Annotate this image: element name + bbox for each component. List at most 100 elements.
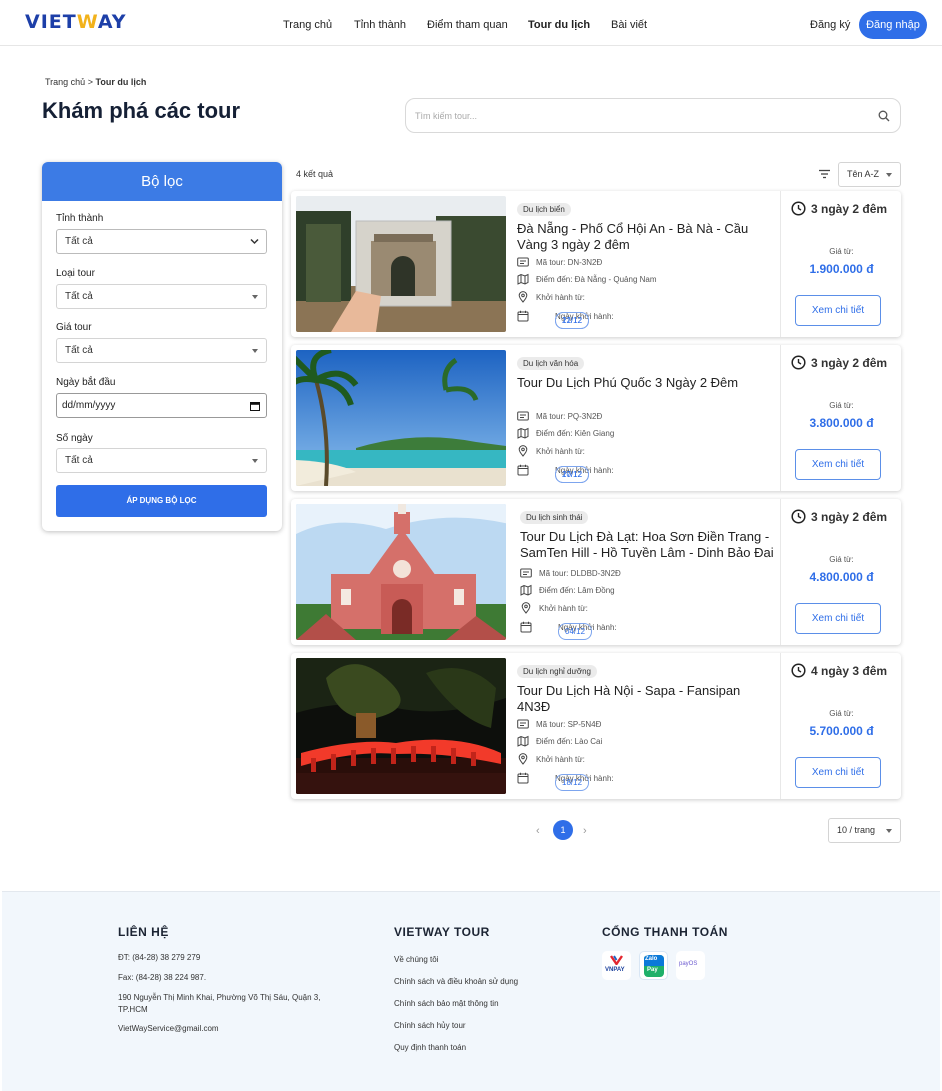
calendar-icon [517,464,529,476]
tour-card: Du lịch sinh thái Tour Du Lịch Đà Lạt: H… [291,499,901,645]
tour-type-select[interactable]: Tất cả [56,284,267,309]
tour-name[interactable]: Tour Du Lịch Đà Lạt: Hoa Sơn Điền Trang … [520,529,775,558]
search-input[interactable]: Tìm kiếm tour... [405,98,901,133]
id-card-icon [520,568,532,578]
tour-name[interactable]: Tour Du Lịch Phú Quốc 3 Ngày 2 Đêm [517,375,772,391]
zalopay-text-bottom: Pay [647,967,658,973]
breadcrumb-separator: > [87,77,93,87]
tour-name[interactable]: Đà Nẵng - Phố Cổ Hội An - Bà Nà - Cầu Và… [517,221,772,253]
view-detail-button[interactable]: Xem chi tiết [795,449,881,480]
tour-code-row: Mã tour: DLDBD-3N2Đ [520,568,775,581]
caret-down-icon [252,349,258,353]
footer-link-about[interactable]: Về chúng tôi [394,954,438,966]
tour-price: 4.800.000 đ [809,570,874,584]
pagination-page-current[interactable]: 1 [553,820,573,840]
tour-image[interactable] [296,658,506,794]
result-count: 4 kết quả [296,169,334,179]
calendar-icon [517,310,529,322]
nav-tours[interactable]: Tour du lịch [528,19,590,31]
register-link[interactable]: Đăng ký [810,19,850,31]
logo-text-left: VIET [25,11,77,33]
map-icon [517,735,529,747]
footer-link-cancel[interactable]: Chính sách hủy tour [394,1020,466,1032]
caret-down-icon [886,173,892,177]
nav-home[interactable]: Trang chủ [283,19,332,31]
payos-logo[interactable]: payOS [676,951,705,980]
tour-image[interactable] [296,196,506,332]
footer-phone: ĐT: (84-28) 38 279 279 [118,953,201,962]
footer-fax: Fax: (84-28) 38 224 987. [118,973,207,982]
caret-down-icon [886,829,892,833]
footer-address: 190 Nguyễn Thị Minh Khai, Phường Võ Thị … [118,993,321,1014]
tour-code: Mã tour: DN-3N2Đ [536,258,603,267]
pagination-prev[interactable]: ‹ [536,825,540,837]
vnpay-logo[interactable]: VNPAY [602,951,631,980]
clock-icon [791,355,806,370]
breadcrumb-home[interactable]: Trang chủ [45,77,85,87]
search-placeholder: Tìm kiếm tour... [415,111,478,121]
nav-articles[interactable]: Bài viết [611,19,647,31]
view-detail-button[interactable]: Xem chi tiết [795,757,881,788]
departure-date-chip[interactable]: 21/12 [555,312,590,329]
departure-date-chip[interactable]: 04/12 [558,623,593,640]
apply-filter-button[interactable]: ÁP DỤNG BỘ LỌC [56,485,267,517]
pagination-next[interactable]: › [583,825,587,837]
calendar-icon[interactable] [250,401,260,411]
zalopay-logo[interactable]: Zalo Pay [639,951,668,980]
location-pin-icon [518,445,528,457]
footer-link-privacy[interactable]: Chính sách bảo mật thông tin [394,998,499,1010]
departure-date-chip[interactable]: 20/12 [555,466,590,483]
start-date-input[interactable]: dd/mm/yyyy [56,393,267,418]
province-select[interactable]: Tất cả [56,229,267,254]
footer-company-title: VIETWAY TOUR [394,925,490,939]
logo-text-right: AY [97,11,127,33]
days-label: Số ngày [56,433,93,444]
tour-type-value: Tất cả [65,291,93,302]
tour-price: 3.800.000 đ [809,416,874,430]
tour-duration-text: 3 ngày 2 đêm [811,202,888,216]
tour-category-badge: Du lịch sinh thái [520,511,589,524]
tour-card: Du lịch văn hóa Tour Du Lịch Phú Quốc 3 … [291,345,901,491]
price-label: Giá tour [56,322,92,333]
nav-provinces[interactable]: Tỉnh thành [354,19,406,31]
footer-link-payment-rules[interactable]: Quy định thanh toán [394,1042,466,1054]
login-button[interactable]: Đăng nhập [859,11,927,39]
tour-category-badge: Du lịch văn hóa [517,357,585,370]
view-detail-button[interactable]: Xem chi tiết [795,295,881,326]
nav-attractions[interactable]: Điểm tham quan [427,19,508,31]
footer-email[interactable]: VietWayService@gmail.com [118,1023,219,1035]
tour-image[interactable] [296,504,506,640]
payos-text: payOS [679,961,698,967]
tour-image[interactable] [296,350,506,486]
tour-price-panel: 3 ngày 2 đêm Giá từ: 4.800.000 đ Xem chi… [780,499,901,645]
map-icon [520,584,532,596]
location-pin-icon [521,602,531,614]
calendar-icon [520,621,532,633]
days-select[interactable]: Tất cả [56,448,267,473]
breadcrumb-current: Tour du lịch [95,77,147,87]
footer: LIÊN HỆ ĐT: (84-28) 38 279 279 Fax: (84-… [2,891,940,1091]
sort-icon[interactable] [818,169,831,179]
footer-link-terms[interactable]: Chính sách và điều khoản sử dụng [394,976,518,988]
tour-name[interactable]: Tour Du Lịch Hà Nội - Sapa - Fansipan 4N… [517,683,772,715]
vietway-logo[interactable]: VIETWAY [25,11,126,33]
page-size-select[interactable]: 10 / trang [828,818,901,843]
id-card-icon [517,257,529,267]
start-date-label: Ngày bắt đầu [56,377,116,388]
price-select[interactable]: Tất cả [56,338,267,363]
clock-icon [791,663,806,678]
view-detail-button[interactable]: Xem chi tiết [795,603,881,634]
departure-date-chip[interactable]: 18/12 [555,774,590,791]
sort-select[interactable]: Tên A-Z [838,162,901,187]
province-value: Tất cả [65,236,93,247]
id-card-icon [517,411,529,421]
page-size-value: 10 / trang [837,825,876,835]
zalopay-badge: Zalo Pay [644,955,664,977]
caret-down-icon [252,295,258,299]
tour-destination: Điểm đến: Lào Cai [536,737,603,746]
tour-duration-text: 4 ngày 3 đêm [811,664,888,678]
search-icon[interactable] [878,110,890,122]
tour-price: 5.700.000 đ [809,724,874,738]
tour-category-badge: Du lịch biển [517,203,571,216]
tour-info: Du lịch sinh thái Tour Du Lịch Đà Lạt: H… [520,507,775,640]
